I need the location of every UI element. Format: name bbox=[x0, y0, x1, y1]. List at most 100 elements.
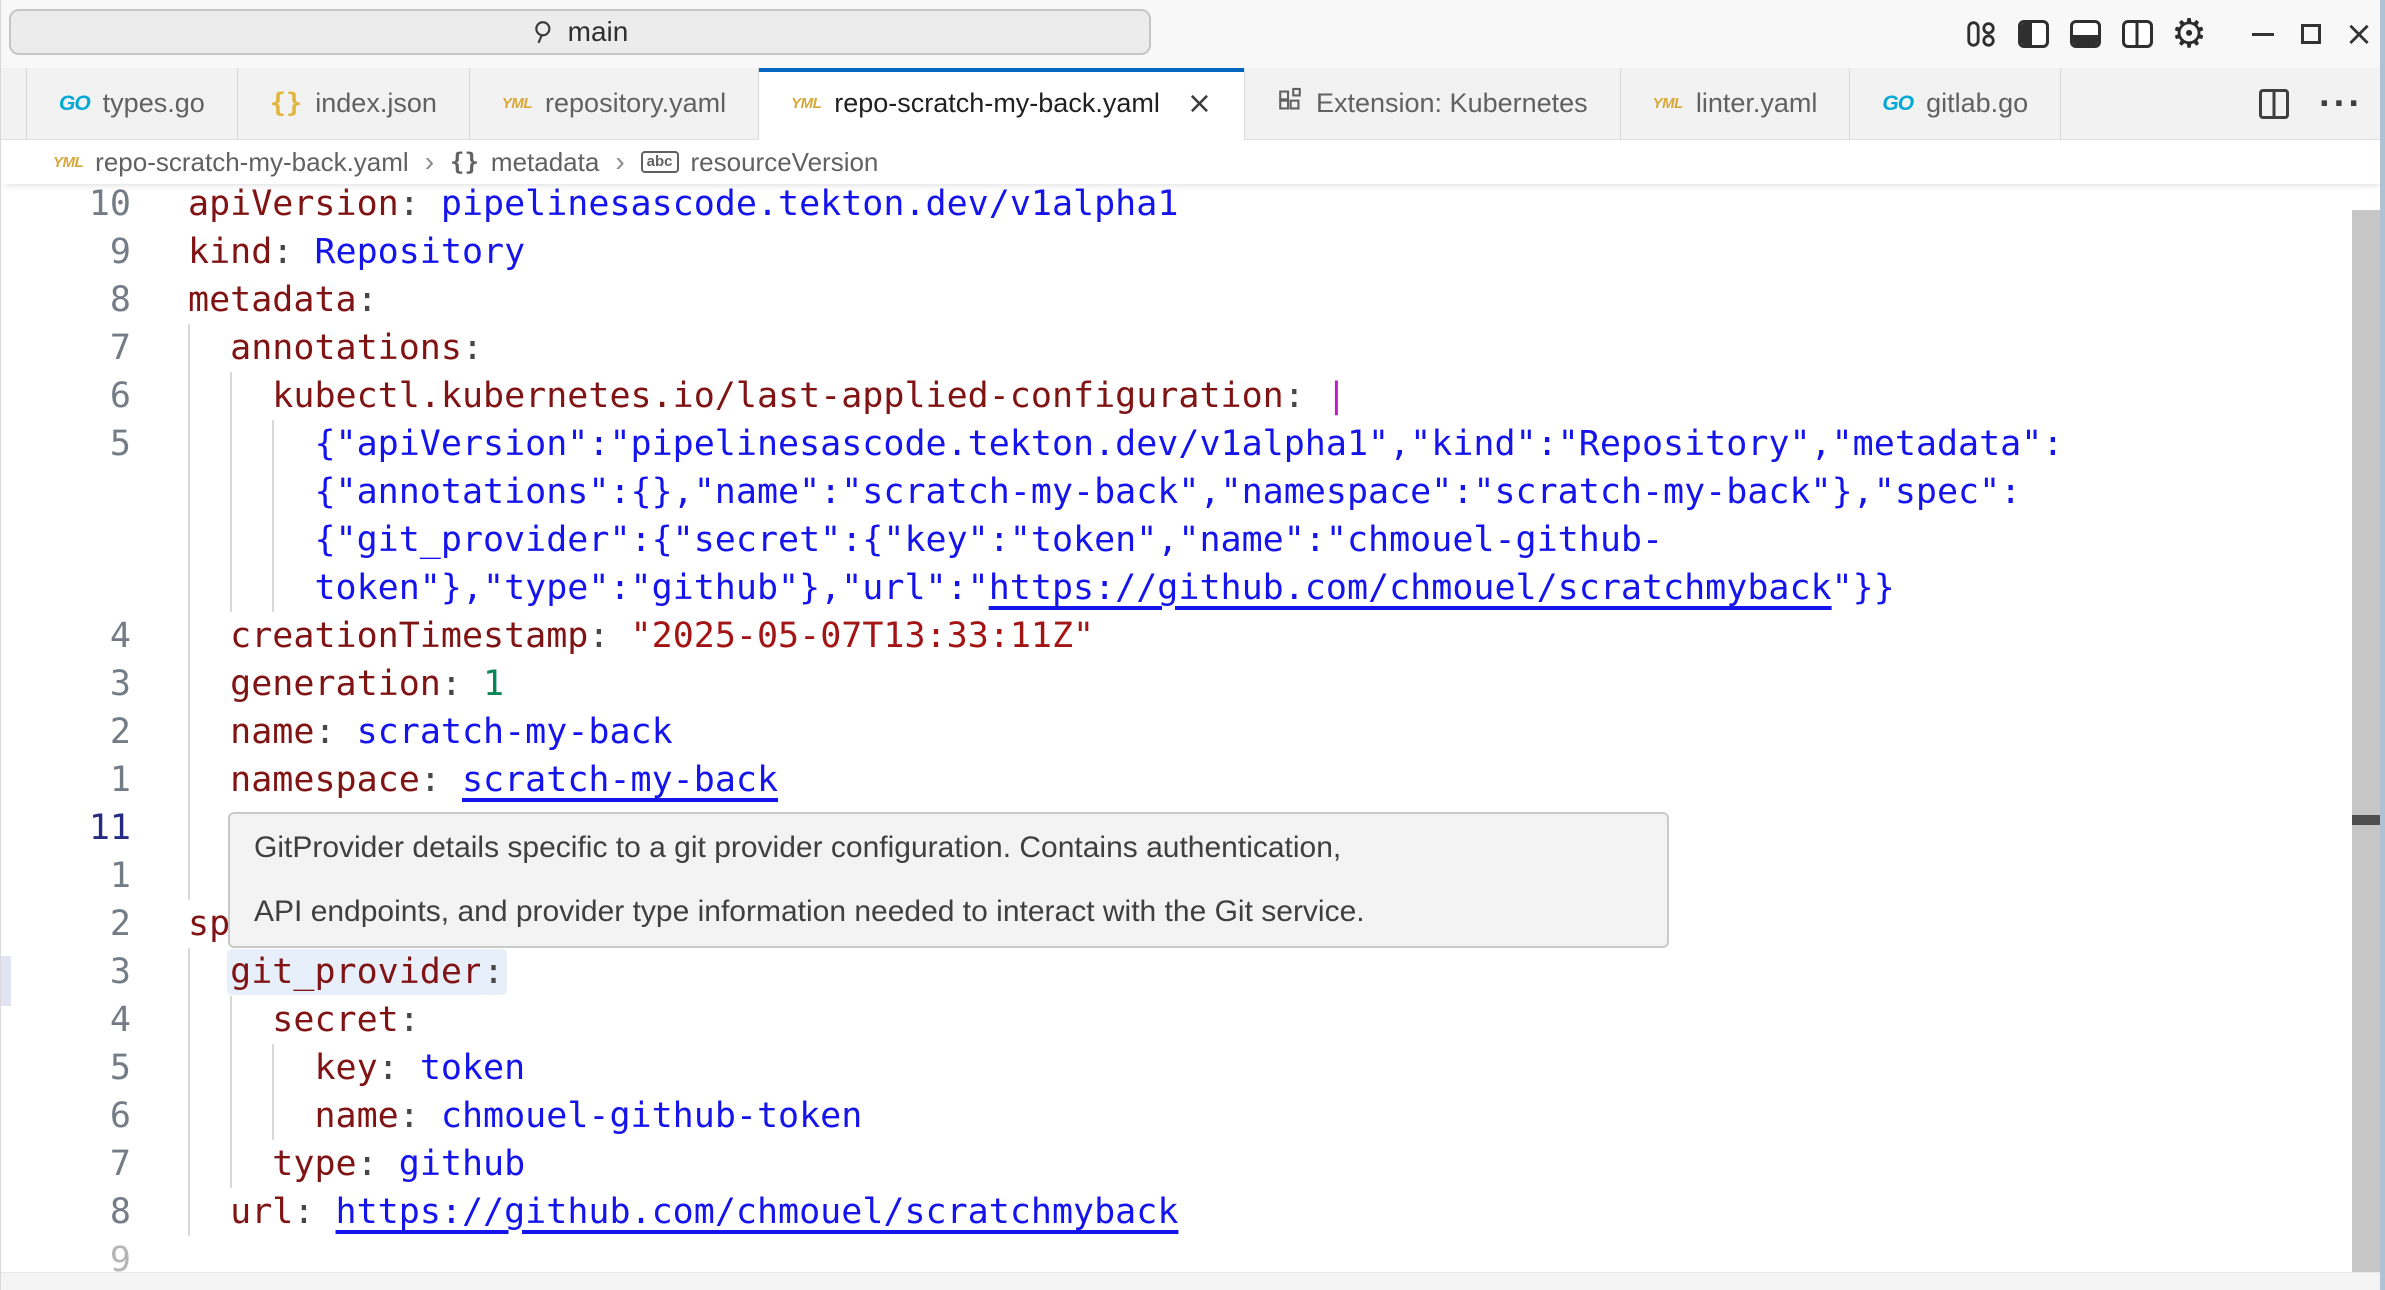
code-text: annotations: bbox=[131, 324, 483, 372]
vertical-scrollbar[interactable] bbox=[2352, 210, 2380, 1272]
tab-label: index.json bbox=[315, 88, 437, 119]
tab-types-go[interactable]: GOtypes.go bbox=[26, 68, 238, 139]
code-line[interactable]: 7 type: github bbox=[1, 1140, 2353, 1188]
code-token: {"git_provider":{"secret":{"key":"token"… bbox=[314, 520, 1663, 560]
code-line[interactable]: 4 creationTimestamp: "2025-05-07T13:33:1… bbox=[1, 612, 2353, 660]
minimize-button[interactable] bbox=[2247, 19, 2279, 49]
hover-tooltip: GitProvider details specific to a git pr… bbox=[228, 812, 1669, 948]
tab-linter-yaml[interactable]: YMLlinter.yaml bbox=[1621, 68, 1851, 139]
line-number[interactable]: 5 bbox=[1, 1044, 131, 1092]
line-number[interactable]: 3 bbox=[1, 948, 131, 996]
code-token bbox=[399, 1048, 420, 1088]
line-number[interactable]: 2 bbox=[1, 708, 131, 756]
code-line[interactable]: {"annotations":{},"name":"scratch-my-bac… bbox=[1, 468, 2353, 516]
yaml-icon: YML bbox=[1653, 95, 1683, 112]
indent-guide bbox=[230, 468, 232, 516]
indent-guide bbox=[272, 516, 274, 564]
line-number[interactable]: 5 bbox=[1, 420, 131, 468]
code-token: token bbox=[420, 1048, 525, 1088]
yaml-icon: YML bbox=[791, 95, 821, 112]
line-number[interactable]: 4 bbox=[1, 996, 131, 1044]
toggle-secondary-sidebar-icon[interactable] bbox=[2121, 19, 2153, 49]
code-link[interactable]: scratch-my-back bbox=[462, 760, 778, 800]
search-icon bbox=[532, 19, 558, 45]
tab-extension-kubernetes[interactable]: Extension: Kubernetes bbox=[1245, 68, 1621, 139]
split-editor-icon[interactable] bbox=[2259, 89, 2289, 119]
code-line[interactable]: 6 name: chmouel-github-token bbox=[1, 1092, 2353, 1140]
code-line[interactable]: 1 namespace: scratch-my-back bbox=[1, 756, 2353, 804]
more-actions-icon[interactable]: ··· bbox=[2319, 85, 2363, 123]
code-link[interactable]: https://github.com/chmouel/scratchmyback bbox=[336, 1192, 1179, 1232]
code-line[interactable]: {"git_provider":{"secret":{"key":"token"… bbox=[1, 516, 2353, 564]
toggle-primary-sidebar-icon[interactable] bbox=[2017, 19, 2049, 49]
code-line[interactable]: 4 secret: bbox=[1, 996, 2353, 1044]
line-number[interactable]: 4 bbox=[1, 612, 131, 660]
code-line[interactable]: 6 kubectl.kubernetes.io/last-applied-con… bbox=[1, 372, 2353, 420]
breadcrumb-segment-metadata[interactable]: metadata bbox=[491, 147, 599, 178]
line-number[interactable] bbox=[1, 564, 131, 612]
code-line[interactable]: token"},"type":"github"},"url":"https://… bbox=[1, 564, 2353, 612]
line-number[interactable]: 2 bbox=[1, 900, 131, 948]
code-token: "}} bbox=[1832, 568, 1895, 608]
toggle-panel-icon[interactable] bbox=[2069, 19, 2101, 49]
line-number[interactable]: 9 bbox=[1, 228, 131, 276]
code-line[interactable]: 2 name: scratch-my-back bbox=[1, 708, 2353, 756]
line-number[interactable]: 3 bbox=[1, 660, 131, 708]
code-line[interactable]: 9kind: Repository bbox=[1, 228, 2353, 276]
tab-gitlab-go[interactable]: GOgitlab.go bbox=[1850, 68, 2061, 139]
code-token bbox=[188, 952, 230, 992]
breadcrumb-segment-resourceversion[interactable]: resourceVersion bbox=[691, 147, 879, 178]
line-number[interactable]: 8 bbox=[1, 276, 131, 324]
code-text: git_provider: bbox=[131, 948, 504, 996]
breadcrumb-separator: › bbox=[425, 146, 434, 178]
code-token: type bbox=[272, 1144, 356, 1184]
code-line[interactable]: 7 annotations: bbox=[1, 324, 2353, 372]
code-line[interactable]: 5 {"apiVersion":"pipelinesascode.tekton.… bbox=[1, 420, 2353, 468]
breadcrumb-file[interactable]: repo-scratch-my-back.yaml bbox=[95, 147, 409, 178]
code-token: {"annotations":{},"name":"scratch-my-bac… bbox=[314, 472, 2021, 512]
window-right-edge bbox=[2380, 0, 2385, 1290]
tooltip-line-2: API endpoints, and provider type informa… bbox=[254, 880, 1643, 944]
line-number[interactable]: 7 bbox=[1, 1140, 131, 1188]
settings-gear-icon[interactable]: ⚙ bbox=[2173, 19, 2205, 49]
code-line[interactable]: 5 key: token bbox=[1, 1044, 2353, 1092]
window-close-button[interactable]: × bbox=[2343, 19, 2375, 49]
code-token: 1 bbox=[483, 664, 504, 704]
line-number[interactable] bbox=[1, 516, 131, 564]
line-number[interactable]: 6 bbox=[1, 1092, 131, 1140]
code-line[interactable]: 10apiVersion: pipelinesascode.tekton.dev… bbox=[1, 180, 2353, 228]
code-token: github bbox=[399, 1144, 525, 1184]
tab-index-json[interactable]: {}index.json bbox=[238, 68, 470, 139]
indent-guide bbox=[230, 1092, 232, 1140]
code-line[interactable]: 8 url: https://github.com/chmouel/scratc… bbox=[1, 1188, 2353, 1236]
breadcrumb-separator: › bbox=[615, 146, 624, 178]
tab-repo-scratch-my-back-yaml[interactable]: YMLrepo-scratch-my-back.yaml× bbox=[759, 68, 1245, 139]
indent-guide bbox=[188, 804, 190, 852]
scrollbar-cursor-marker bbox=[2352, 815, 2380, 825]
line-number[interactable]: 7 bbox=[1, 324, 131, 372]
line-number[interactable]: 1 bbox=[1, 852, 131, 900]
line-number[interactable]: 10 bbox=[1, 180, 131, 228]
command-center-search[interactable]: main bbox=[9, 9, 1151, 55]
code-editor[interactable]: 10apiVersion: pipelinesascode.tekton.dev… bbox=[1, 180, 2353, 1290]
customize-layout-icon[interactable] bbox=[1965, 19, 1997, 49]
line-number[interactable]: 1 bbox=[1, 756, 131, 804]
line-number[interactable] bbox=[1, 468, 131, 516]
code-line[interactable]: 3 git_provider: bbox=[1, 948, 2353, 996]
line-number[interactable]: 6 bbox=[1, 372, 131, 420]
code-line[interactable]: 3 generation: 1 bbox=[1, 660, 2353, 708]
indent-guide bbox=[272, 468, 274, 516]
tab-repository-yaml[interactable]: YMLrepository.yaml bbox=[470, 68, 759, 139]
maximize-button[interactable] bbox=[2295, 19, 2327, 49]
code-token bbox=[188, 568, 314, 608]
indent-guide bbox=[272, 420, 274, 468]
code-text: creationTimestamp: "2025-05-07T13:33:11Z… bbox=[131, 612, 1094, 660]
tooltip-line-1: GitProvider details specific to a git pr… bbox=[254, 816, 1643, 880]
code-link[interactable]: https://github.com/chmouel/scratchmyback bbox=[989, 568, 1832, 608]
line-number[interactable]: 11 bbox=[1, 804, 131, 852]
code-line[interactable]: 8metadata: bbox=[1, 276, 2353, 324]
tab-close-icon[interactable]: × bbox=[1187, 89, 1212, 119]
indent-guide bbox=[230, 420, 232, 468]
code-token bbox=[609, 616, 630, 656]
line-number[interactable]: 8 bbox=[1, 1188, 131, 1236]
